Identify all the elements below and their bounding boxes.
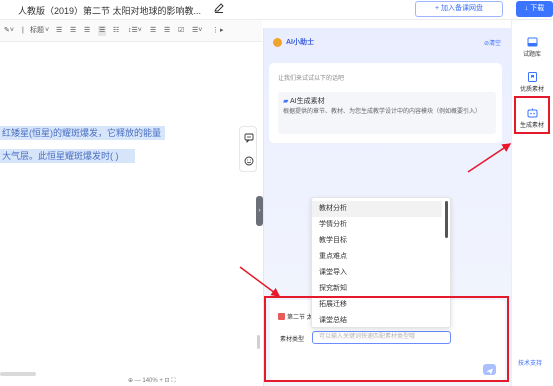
question-bank-icon [527,37,537,47]
comment-icon[interactable] [244,133,254,143]
annotation-box-rail [514,96,550,134]
ai-generate-material-label: AI生成素材 [289,98,325,105]
assistant-title: AI小助士 [286,39,314,46]
distribute-icon[interactable]: ☷ [113,26,119,36]
document-editor[interactable]: 红矮星(恒星)的耀斑爆发，它释放的能量 大气层。此恒星耀斑爆发时( ) [0,43,258,383]
checklist-icon[interactable]: ☑ [178,26,184,36]
edit-pencil-icon[interactable] [214,3,224,13]
folder-icon: ▰ [283,98,289,105]
ai-generate-material-title: ▰ AI生成素材 [283,96,325,106]
editor-horizontal-scrollbar[interactable] [0,372,36,376]
text-color-icon[interactable]: ✎˅ [4,26,14,36]
ai-generate-material-description: 根据提供的章节、教材、为您生成教学设计中的内容模块（例如概要引入） [283,109,482,115]
list-style-icon[interactable]: ☰˅ [192,26,202,36]
dropdown-scrollbar[interactable] [445,201,448,238]
document-title: 人教版（2019）第二节 太阳对地球的影响教... [18,6,202,16]
editor-vertical-scrollbar[interactable] [257,335,260,349]
zoom-controls[interactable]: ⊕ — 140% + ⊡ ⛶ [128,377,175,385]
selected-text-line-1: 红矮星(恒星)的耀斑爆发，它释放的能量 [0,126,165,140]
assistant-avatar [273,38,282,47]
align-right-icon[interactable]: ☰ [84,26,90,36]
align-left-icon[interactable]: ☰ [56,26,62,36]
align-center-icon[interactable]: ☰ [70,26,76,36]
annotation-box-input [264,296,509,382]
more-icon[interactable]: ⋮ [212,26,219,36]
suggestion-tip: 让我们来试试以下的话吧 [278,76,345,82]
tech-support-link[interactable]: 技术支持 [518,358,542,367]
clear-button[interactable]: ⊘清空 [484,38,501,47]
dropdown-option[interactable]: 重点难点 [312,249,442,265]
align-justify-icon[interactable]: ☰ [98,26,107,36]
dropdown-option[interactable]: 教材分析 [312,201,442,217]
rail-item-label: 优质素材 [519,87,544,93]
rail-item-label: 试题库 [522,52,541,58]
rail-item-question-bank[interactable]: 试题库 [511,37,553,58]
toolbar-divider: | [22,27,24,34]
add-to-cloud-button[interactable]: + 加入备课网盘 [415,1,503,17]
line-height-icon[interactable]: ↕☰˅ [128,26,142,36]
smiley-icon[interactable] [244,156,254,166]
quality-material-icon [527,72,537,82]
numbered-list-icon[interactable]: ☰ [164,26,170,36]
editor-toolbar: ✎˅ | 标题 ˅ ☰ ☰ ☰ ☰ ☷ ↕☰˅ ☰ ☰ ☑ ☰˅ ⋮ ▸ [0,20,262,42]
dropdown-option[interactable]: 教学目标 [312,233,442,249]
dropdown-option[interactable]: 探究新知 [312,281,442,297]
scroll-right-icon[interactable]: ▸ [220,26,224,36]
top-bar: 人教版（2019）第二节 太阳对地球的影响教... + 加入备课网盘 ↓ 下载 [0,0,553,20]
floating-toolbox [239,126,257,172]
rail-item-quality-material[interactable]: 优质素材 [511,72,553,93]
selected-text-line-2: 大气层。此恒星耀斑爆发时( ) [0,149,135,163]
bullet-list-icon[interactable]: ☰ [150,26,156,36]
download-button[interactable]: ↓ 下载 [516,1,553,17]
dropdown-option[interactable]: 学情分析 [312,217,442,233]
chevron-down-icon[interactable]: ˅ [45,26,49,36]
dropdown-option[interactable]: 课堂导入 [312,265,442,281]
panel-collapse-handle[interactable]: › [256,196,263,226]
heading-select[interactable]: 标题 [30,26,44,36]
